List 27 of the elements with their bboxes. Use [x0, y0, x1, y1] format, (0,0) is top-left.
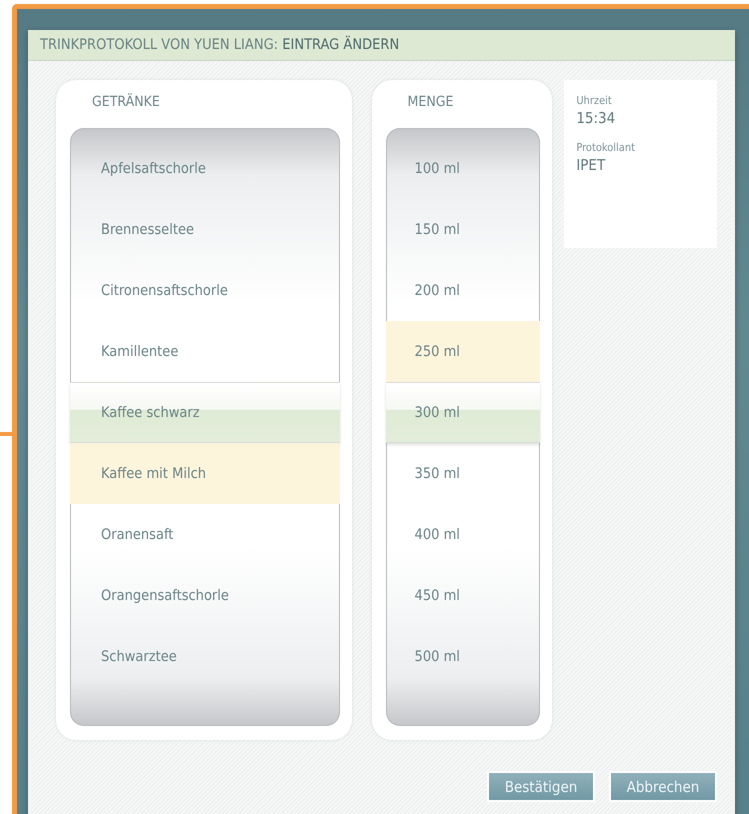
picker-item[interactable]: 250 ml — [386, 321, 540, 382]
info-label: Protokollant — [576, 141, 636, 154]
picker-item[interactable]: 500 ml — [386, 626, 540, 687]
picker-item[interactable]: Schwarztee — [70, 626, 340, 687]
picker-item[interactable]: Kamillentee — [70, 321, 340, 382]
picker-item[interactable]: 150 ml — [386, 199, 540, 260]
picker-item[interactable]: Apfelsaftschorle — [70, 138, 340, 199]
picker-item[interactable]: 300 ml — [386, 382, 540, 443]
dialog-title: TRINKPROTOKOLL VON YUEN LIANG: EINTRAG ÄNDERN — [40, 37, 400, 53]
column-header: GETRÄNKE — [91, 94, 161, 112]
picker-item[interactable]: Kaffee mit Milch — [70, 443, 340, 504]
dialog-button[interactable]: Bestätigen — [487, 771, 595, 802]
picker-item[interactable]: 350 ml — [386, 443, 540, 504]
picker-item[interactable]: Citronensaftschorle — [70, 260, 340, 321]
picker-item[interactable]: Brennesseltee — [70, 199, 340, 260]
picker-item[interactable]: 200 ml — [386, 260, 540, 321]
column-header: MENGE — [406, 94, 455, 112]
info-value: 15:34 — [576, 109, 616, 127]
info-value: IPET — [576, 156, 606, 174]
info-label: Uhrzeit — [576, 94, 613, 107]
dialog-button[interactable]: Abbrechen — [609, 771, 717, 802]
picker-item[interactable]: Orangensaftschorle — [70, 565, 340, 626]
picker-item[interactable]: Oranensaft — [70, 504, 340, 565]
picker-item[interactable]: 400 ml — [386, 504, 540, 565]
picker-item[interactable]: 450 ml — [386, 565, 540, 626]
picker-item[interactable]: Kaffee schwarz — [70, 382, 340, 443]
picker-item[interactable]: 100 ml — [386, 138, 540, 199]
